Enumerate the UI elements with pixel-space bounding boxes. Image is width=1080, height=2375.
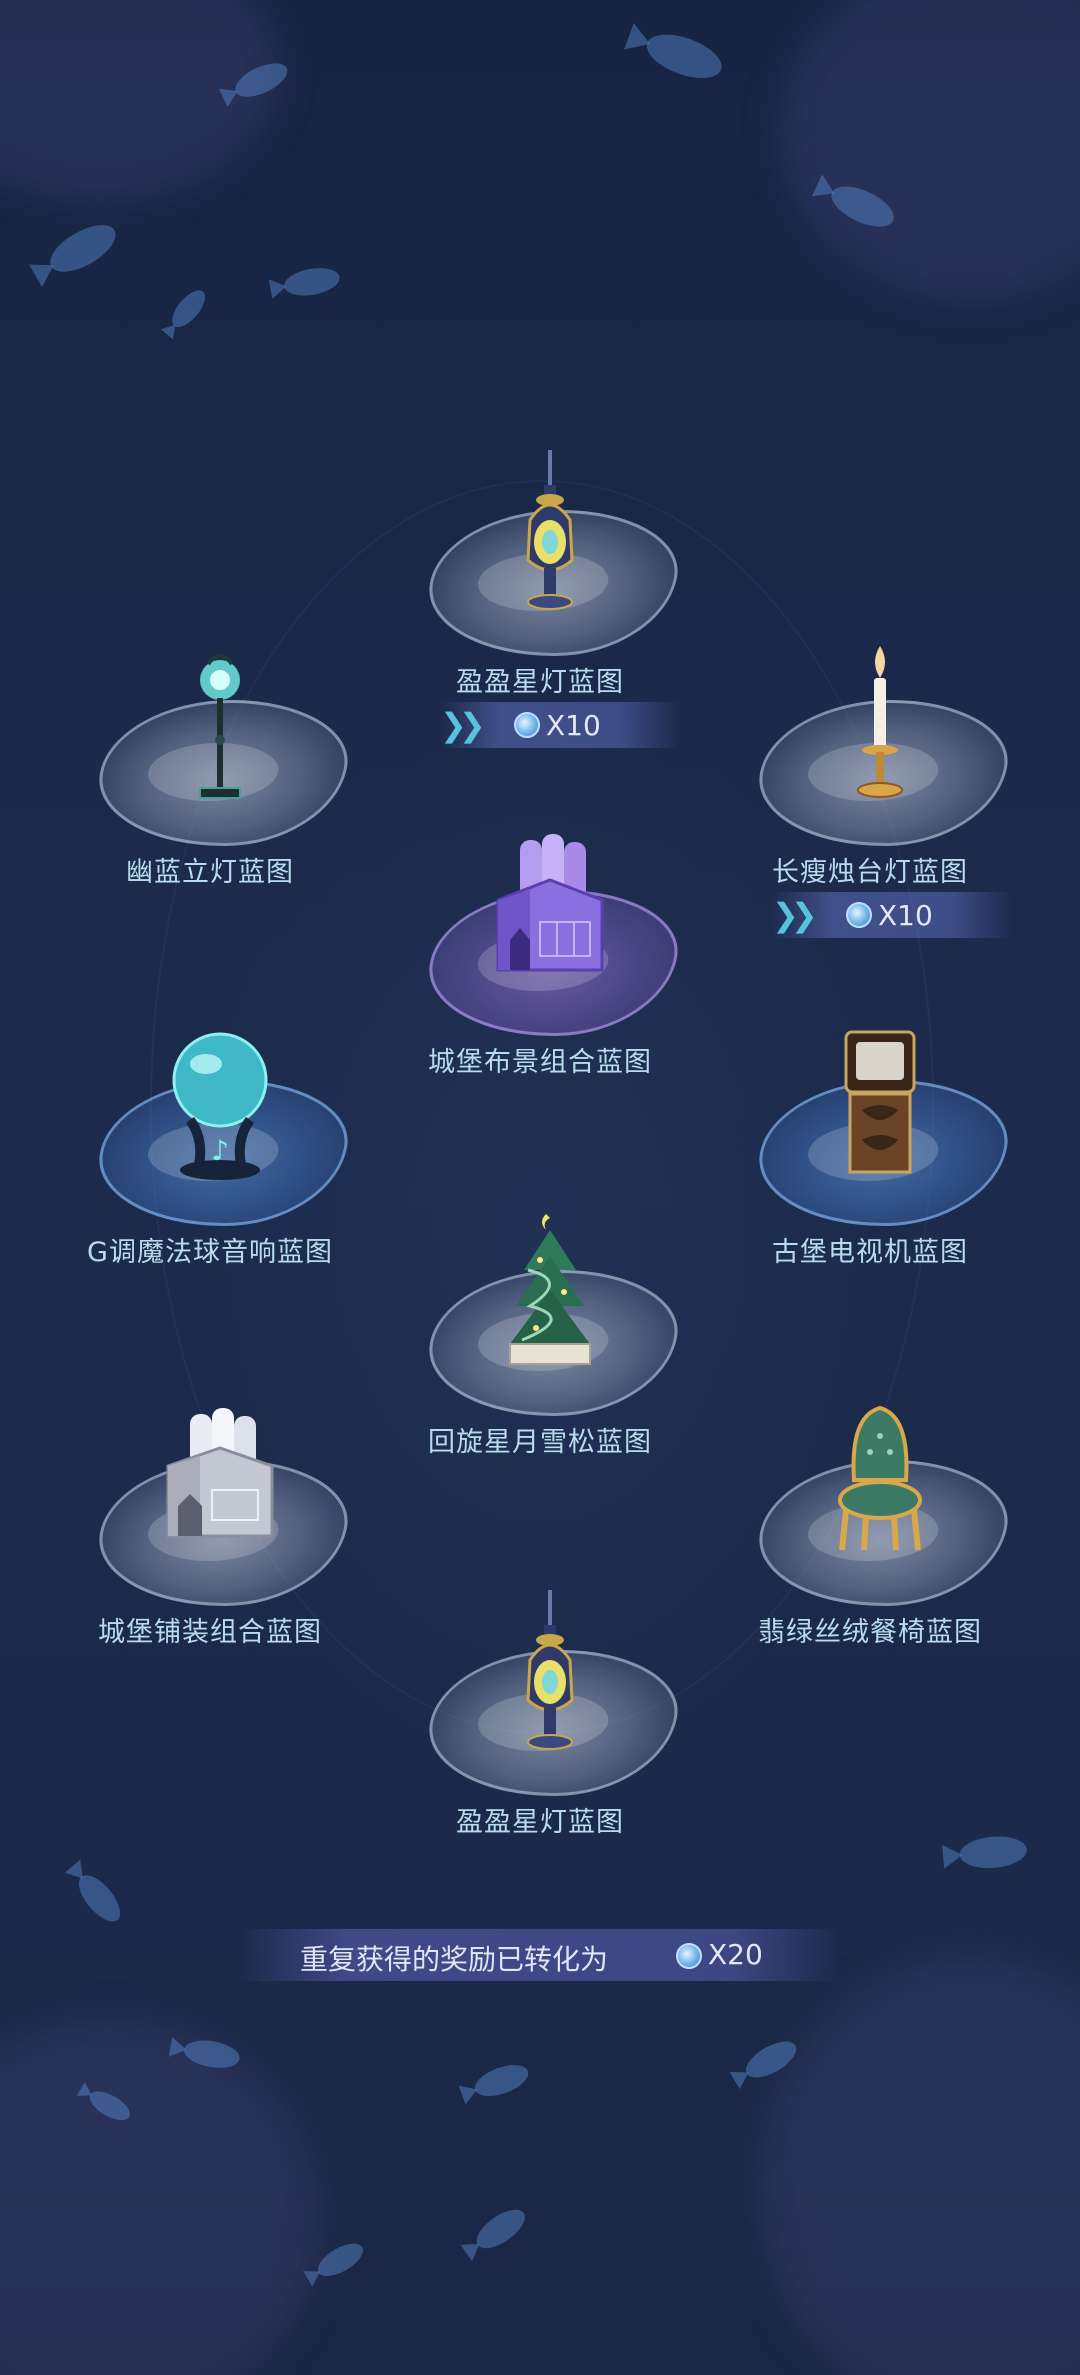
reward-item[interactable]: 翡绿丝绒餐椅蓝图	[720, 1405, 1020, 1700]
item-label: 城堡布景组合蓝图	[428, 1047, 652, 1078]
reward-item[interactable]: 回旋星月雪松蓝图	[390, 1214, 690, 1510]
chevron-icon: ❯❯	[440, 706, 486, 744]
conversion-bonus: ❯❯ X10	[772, 892, 1012, 938]
reward-item[interactable]: 城堡布景组合蓝图	[390, 834, 690, 1130]
item-label: 回旋星月雪松蓝图	[428, 1427, 652, 1458]
blue-gem-coin-icon	[514, 712, 540, 738]
castle-tv-icon	[844, 1030, 916, 1174]
reward-item[interactable]: ♪ G调魔法球音响蓝图	[60, 1032, 360, 1320]
item-label: 城堡铺装组合蓝图	[98, 1617, 322, 1648]
blue-gem-coin-icon	[676, 1943, 702, 1969]
reward-item[interactable]: 盈盈星灯蓝图 ❯❯ X10	[390, 450, 690, 750]
magic-orb-speaker-icon: ♪	[172, 1032, 268, 1180]
item-label: 长瘦烛台灯蓝图	[772, 857, 968, 888]
item-label: 翡绿丝绒餐椅蓝图	[758, 1617, 982, 1648]
spiral-cedar-tree-icon	[509, 1214, 591, 1365]
reward-item[interactable]: 幽蓝立灯蓝图	[60, 654, 360, 940]
reward-item[interactable]: 长瘦烛台灯蓝图 ❯❯ X10	[720, 646, 1020, 940]
castle-scenery-set-icon	[496, 834, 604, 972]
castle-paving-set-icon	[166, 1408, 274, 1538]
conversion-amount: X20	[708, 1938, 763, 1971]
blue-floor-lamp-icon	[199, 654, 241, 799]
item-label: 古堡电视机蓝图	[772, 1237, 968, 1268]
green-velvet-chair-icon	[838, 1405, 922, 1551]
item-label: 幽蓝立灯蓝图	[126, 857, 294, 888]
reward-item[interactable]: 古堡电视机蓝图	[720, 1030, 1020, 1320]
candlestick-lamp-icon	[857, 646, 903, 798]
item-label: 盈盈星灯蓝图	[456, 1807, 624, 1838]
conversion-text: 重复获得的奖励已转化为	[300, 1943, 609, 1976]
svg-text:♪: ♪	[211, 1134, 229, 1167]
reward-item[interactable]: 城堡铺装组合蓝图	[60, 1408, 360, 1700]
blue-gem-coin-icon	[846, 902, 872, 928]
star-lamp-icon	[526, 1590, 574, 1750]
star-lamp-icon	[526, 450, 574, 610]
bonus-amount: X10	[546, 709, 601, 742]
conversion-bonus: ❯❯ X10	[440, 702, 680, 748]
item-label: 盈盈星灯蓝图	[456, 667, 624, 698]
conversion-banner: 重复获得的奖励已转化为 X20	[240, 1929, 840, 1981]
chevron-icon: ❯❯	[772, 896, 818, 934]
reward-item[interactable]: 盈盈星灯蓝图	[390, 1590, 690, 1890]
item-label: G调魔法球音响蓝图	[87, 1237, 333, 1268]
bonus-amount: X10	[878, 899, 933, 932]
